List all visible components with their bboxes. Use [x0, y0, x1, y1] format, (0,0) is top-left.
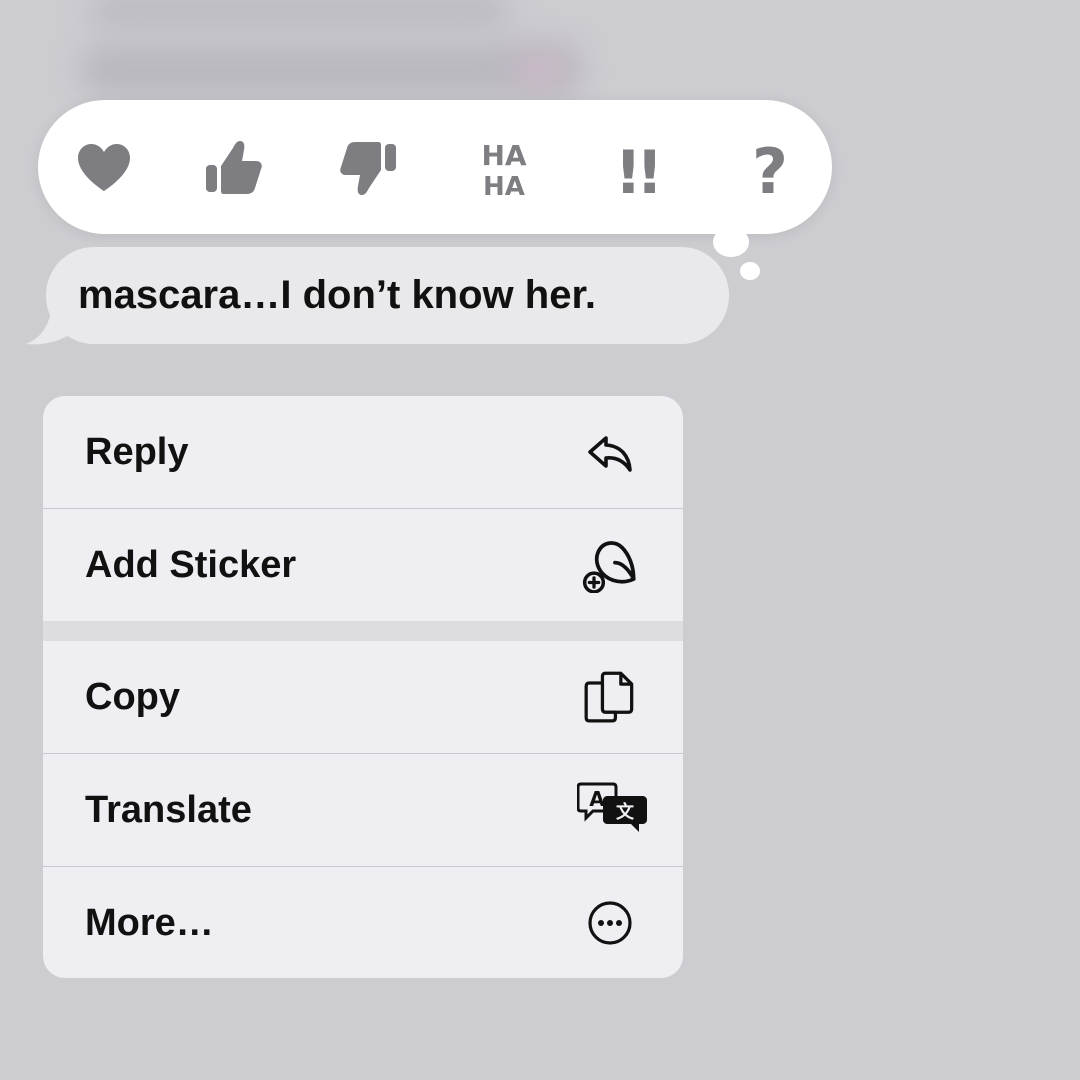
menu-group-separator	[43, 621, 683, 641]
question-mark-icon: ?	[752, 135, 788, 201]
menu-item-label: Copy	[85, 676, 180, 718]
haha-top-text: HA	[481, 139, 526, 172]
message-text: mascara…I don’t know her.	[78, 273, 596, 317]
reply-icon	[588, 436, 632, 472]
svg-text:文: 文	[616, 801, 635, 823]
thumbs-down-icon	[340, 142, 396, 195]
menu-item-reply[interactable]: Reply	[43, 396, 683, 508]
menu-item-label: Add Sticker	[85, 544, 297, 586]
emphasize-tapback-button[interactable]: !!	[598, 130, 674, 206]
tapback-tail-dot-large	[713, 227, 749, 257]
tapback-tail-dot-small	[740, 262, 760, 280]
menu-item-label: Reply	[85, 431, 189, 473]
add-sticker-icon	[582, 541, 636, 593]
menu-item-add-sticker[interactable]: Add Sticker	[43, 509, 683, 621]
more-icon	[588, 901, 632, 945]
copy-icon	[584, 671, 634, 723]
double-exclamation-icon: !!	[615, 138, 664, 201]
thumbs-up-icon	[206, 141, 262, 194]
svg-text:A: A	[589, 787, 605, 811]
menu-item-label: Translate	[85, 789, 252, 831]
menu-item-more[interactable]: More…	[43, 867, 683, 978]
menu-item-copy[interactable]: Copy	[43, 641, 683, 753]
heart-tapback-button[interactable]	[66, 130, 142, 206]
thumbs-down-tapback-button[interactable]	[330, 130, 406, 206]
thumbs-up-tapback-button[interactable]	[196, 130, 272, 206]
message-bubble[interactable]: mascara…I don’t know her.	[46, 247, 729, 344]
haha-tapback-button[interactable]: HA HA	[466, 130, 542, 206]
haha-bottom-text: HA	[483, 172, 525, 201]
heart-icon	[78, 144, 130, 191]
menu-item-translate[interactable]: Translate A 文	[43, 754, 683, 866]
menu-item-label: More…	[85, 902, 214, 944]
question-text: ?	[752, 135, 788, 201]
tapback-bar: HA HA !! ?	[38, 100, 832, 234]
translate-icon: A 文	[577, 782, 647, 832]
haha-icon: HA HA	[481, 139, 526, 201]
exclamation-text: !!	[615, 138, 658, 201]
context-menu: Reply Add Sticker Copy Translate A 文 Mor…	[43, 396, 683, 978]
question-tapback-button[interactable]: ?	[732, 130, 808, 206]
